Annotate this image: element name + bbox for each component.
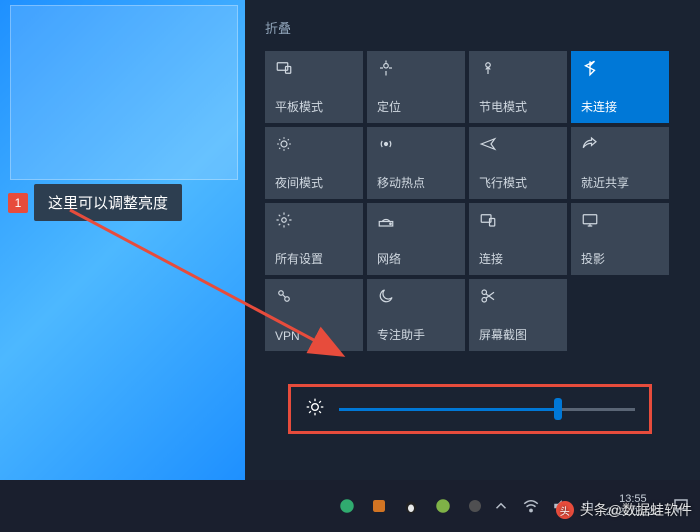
collapse-button[interactable]: 折叠 <box>265 18 680 37</box>
tile-label: 节电模式 <box>479 98 557 115</box>
wifi-icon[interactable] <box>522 497 540 515</box>
tile-night[interactable]: 夜间模式 <box>265 127 363 199</box>
watermark-badge: 头 <box>556 501 574 519</box>
tile-vpn[interactable]: VPN <box>265 279 363 351</box>
callout-number: 1 <box>8 193 28 213</box>
airplane-icon <box>479 135 557 153</box>
tile-project[interactable]: 投影 <box>571 203 669 275</box>
annotation-callout: 1 这里可以调整亮度 <box>8 184 182 221</box>
watermark-text: 头条@数据蛙软件 <box>580 500 692 520</box>
tile-label: 网络 <box>377 250 455 267</box>
tile-label: 投影 <box>581 250 659 267</box>
snip-icon <box>479 287 557 305</box>
brightness-icon <box>305 397 325 422</box>
tile-label: 所有设置 <box>275 250 353 267</box>
tablet-icon <box>275 59 353 77</box>
chevron-up-icon[interactable] <box>492 497 510 515</box>
tile-location[interactable]: 定位 <box>367 51 465 123</box>
callout-text: 这里可以调整亮度 <box>34 184 182 221</box>
tray-icon-penguin[interactable] <box>402 497 420 515</box>
network-icon <box>377 211 455 229</box>
share-icon <box>581 135 659 153</box>
tile-moon[interactable]: 专注助手 <box>367 279 465 351</box>
tile-label: 夜间模式 <box>275 174 353 191</box>
tile-network[interactable]: 网络 <box>367 203 465 275</box>
tile-label: 定位 <box>377 98 455 115</box>
connect-icon <box>479 211 557 229</box>
tile-label: 连接 <box>479 250 557 267</box>
tile-label: VPN <box>275 329 353 343</box>
tile-label: 平板模式 <box>275 98 353 115</box>
taskbar-tray-icons <box>0 497 484 515</box>
brightness-slider[interactable] <box>339 408 635 411</box>
watermark: 头 头条@数据蛙软件 <box>556 500 692 520</box>
moon-icon <box>377 287 455 305</box>
project-icon <box>581 211 659 229</box>
tile-battery[interactable]: 节电模式 <box>469 51 567 123</box>
tile-label: 屏幕截图 <box>479 326 557 343</box>
tile-share[interactable]: 就近共享 <box>571 127 669 199</box>
vpn-icon <box>275 287 353 305</box>
location-icon <box>377 59 455 77</box>
bluetooth-icon <box>581 59 659 77</box>
hotspot-icon <box>377 135 455 153</box>
tile-label: 就近共享 <box>581 174 659 191</box>
tile-bluetooth[interactable]: 未连接 <box>571 51 669 123</box>
desktop-background <box>0 0 245 480</box>
tile-label: 飞行模式 <box>479 174 557 191</box>
tile-airplane[interactable]: 飞行模式 <box>469 127 567 199</box>
slider-fill <box>339 408 558 411</box>
tray-icon-1[interactable] <box>338 497 356 515</box>
tile-hotspot[interactable]: 移动热点 <box>367 127 465 199</box>
tile-tablet[interactable]: 平板模式 <box>265 51 363 123</box>
settings-icon <box>275 211 353 229</box>
tray-icon-5[interactable] <box>466 497 484 515</box>
tile-label: 专注助手 <box>377 326 455 343</box>
tile-snip[interactable]: 屏幕截图 <box>469 279 567 351</box>
tile-label: 未连接 <box>581 98 659 115</box>
tray-icon-2[interactable] <box>370 497 388 515</box>
tray-icon-4[interactable] <box>434 497 452 515</box>
battery-icon <box>479 59 557 77</box>
snap-hint <box>10 5 238 180</box>
slider-thumb[interactable] <box>554 398 562 420</box>
night-icon <box>275 135 353 153</box>
tile-connect[interactable]: 连接 <box>469 203 567 275</box>
tile-label: 移动热点 <box>377 174 455 191</box>
tile-settings[interactable]: 所有设置 <box>265 203 363 275</box>
brightness-control-highlight <box>288 384 652 434</box>
quick-action-tiles: 平板模式 定位 节电模式 未连接夜间模式 移动热点 飞行模式 就近共享所有设置 网络 连接 投影 V… <box>265 51 680 351</box>
